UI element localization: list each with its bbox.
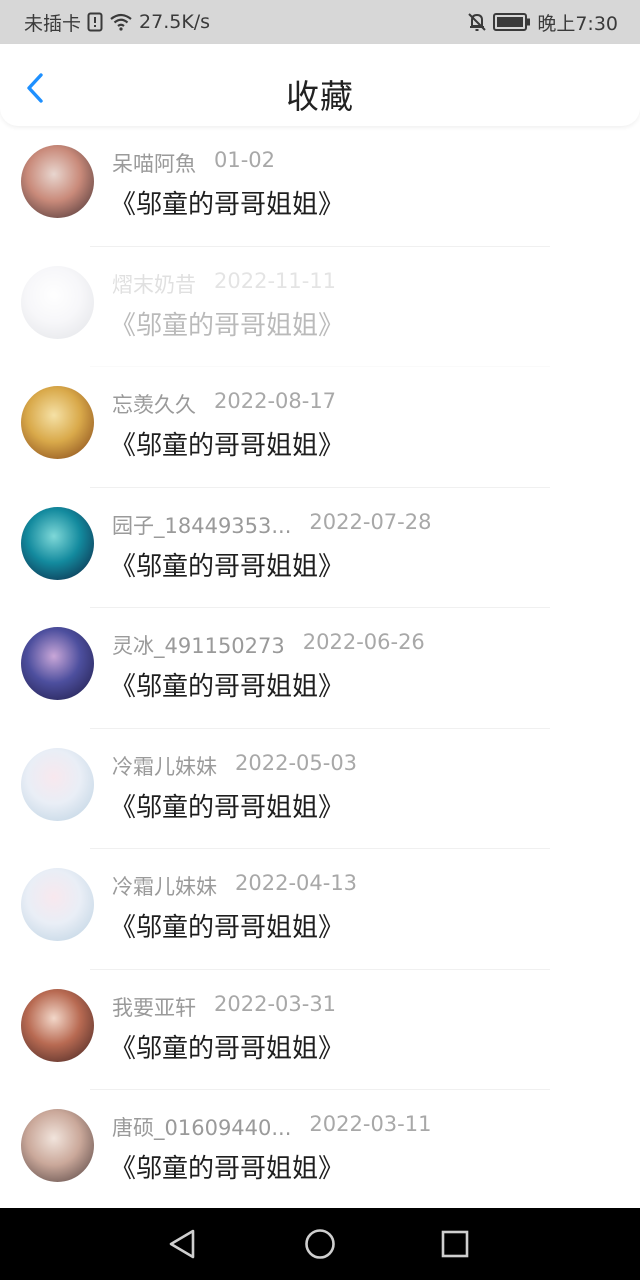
book-title[interactable]: 《邬童的哥哥姐姐》 xyxy=(110,184,344,221)
page-title: 收藏 xyxy=(286,77,354,116)
wifi-icon xyxy=(109,13,133,31)
avatar[interactable] xyxy=(21,747,94,821)
item-meta: 冷霜儿妹妹 2022-04-13 xyxy=(112,871,357,901)
favorite-date: 2022-04-13 xyxy=(235,871,358,895)
nav-home-button[interactable] xyxy=(300,1224,340,1264)
favorite-date: 01-02 xyxy=(214,148,276,172)
favorite-date: 2022-11-11 xyxy=(214,268,337,293)
item-meta: 冷霜儿妹妹 2022-05-03 xyxy=(112,751,357,781)
favorite-date: 2022-03-11 xyxy=(309,1112,432,1136)
user-name[interactable]: 唐硕_01609440... xyxy=(112,1112,291,1142)
avatar[interactable] xyxy=(21,386,94,459)
favorite-date: 2022-03-31 xyxy=(214,991,337,1016)
favorite-date: 2022-07-28 xyxy=(309,509,432,534)
item-meta: 熠末奶昔 2022-11-11 xyxy=(112,269,336,299)
book-title[interactable]: 《邬童的哥哥姐姐》 xyxy=(110,666,344,703)
favorite-date: 2022-08-17 xyxy=(214,389,337,413)
system-nav-bar xyxy=(0,1208,640,1280)
network-speed: 27.5K/s xyxy=(139,11,211,33)
book-title[interactable]: 《邬童的哥哥姐姐》 xyxy=(110,546,344,583)
item-meta: 唐硕_01609440... 2022-03-11 xyxy=(112,1112,431,1142)
header: 收藏 xyxy=(0,44,640,126)
book-title[interactable]: 《邬童的哥哥姐姐》 xyxy=(110,1028,344,1065)
item-meta: 我要亚轩 2022-03-31 xyxy=(112,992,336,1022)
item-meta: 园子_18449353... 2022-07-28 xyxy=(112,510,431,540)
user-name[interactable]: 熠末奶昔 xyxy=(112,269,196,299)
list-item[interactable]: 忘羡久久 2022-08-17 《邬童的哥哥姐姐》 xyxy=(0,367,640,488)
list-item[interactable]: 熠末奶昔 2022-11-11 《邬童的哥哥姐姐》 xyxy=(0,247,640,368)
user-name[interactable]: 冷霜儿妹妹 xyxy=(112,871,217,901)
list-item[interactable]: 冷霜儿妹妹 2022-04-13 《邬童的哥哥姐姐》 xyxy=(0,849,640,970)
battery-icon xyxy=(493,13,531,31)
book-title[interactable]: 《邬童的哥哥姐姐》 xyxy=(110,1148,344,1185)
carrier-text: 未插卡 xyxy=(24,12,82,35)
list-item[interactable]: 呆喵阿魚 01-02 《邬童的哥哥姐姐》 xyxy=(0,126,640,247)
favorite-date: 2022-05-03 xyxy=(235,750,358,775)
mute-bell-icon xyxy=(467,12,487,32)
user-name[interactable]: 我要亚轩 xyxy=(112,992,196,1022)
avatar[interactable] xyxy=(21,988,94,1062)
avatar[interactable] xyxy=(21,265,94,339)
status-left: 未插卡 27.5K/s xyxy=(24,9,210,36)
book-title[interactable]: 《邬童的哥哥姐姐》 xyxy=(110,787,344,824)
list-item[interactable]: 园子_18449353... 2022-07-28 《邬童的哥哥姐姐》 xyxy=(0,488,640,609)
avatar[interactable] xyxy=(21,145,94,218)
list-item[interactable]: 冷霜儿妹妹 2022-05-03 《邬童的哥哥姐姐》 xyxy=(0,729,640,850)
clock-time: 晚上7:30 xyxy=(537,12,618,35)
status-right: 晚上7:30 xyxy=(467,9,618,36)
nav-back-button[interactable] xyxy=(162,1224,202,1264)
book-title[interactable]: 《邬童的哥哥姐姐》 xyxy=(110,907,344,944)
sim-alert-icon xyxy=(87,12,103,32)
recents-square-icon xyxy=(441,1230,469,1258)
favorites-list: 呆喵阿魚 01-02 《邬童的哥哥姐姐》 熠末奶昔 2022-11-11 《邬童的哥哥姐姐… xyxy=(0,126,640,1208)
book-title[interactable]: 《邬童的哥哥姐姐》 xyxy=(110,305,344,342)
favorite-date: 2022-06-26 xyxy=(302,630,425,654)
user-name[interactable]: 冷霜儿妹妹 xyxy=(112,751,217,781)
item-meta: 呆喵阿魚 01-02 xyxy=(112,148,275,178)
user-name[interactable]: 呆喵阿魚 xyxy=(112,148,196,178)
home-circle-icon xyxy=(305,1229,335,1259)
avatar[interactable] xyxy=(21,627,94,700)
user-name[interactable]: 忘羡久久 xyxy=(112,389,196,419)
list-item[interactable]: 灵冰_491150273 2022-06-26 《邬童的哥哥姐姐》 xyxy=(0,608,640,729)
list-item[interactable]: 唐硕_01609440... 2022-03-11 《邬童的哥哥姐姐》 xyxy=(0,1090,640,1208)
avatar[interactable] xyxy=(21,506,94,580)
back-triangle-icon xyxy=(169,1229,195,1259)
user-name[interactable]: 灵冰_491150273 xyxy=(112,630,285,660)
book-title[interactable]: 《邬童的哥哥姐姐》 xyxy=(110,425,344,462)
avatar[interactable] xyxy=(21,868,94,941)
item-meta: 忘羡久久 2022-08-17 xyxy=(112,389,336,419)
list-item[interactable]: 我要亚轩 2022-03-31 《邬童的哥哥姐姐》 xyxy=(0,970,640,1091)
item-meta: 灵冰_491150273 2022-06-26 xyxy=(112,630,425,660)
avatar[interactable] xyxy=(21,1109,94,1182)
status-bar: 未插卡 27.5K/s 晚上7:30 xyxy=(0,0,640,44)
nav-recents-button[interactable] xyxy=(435,1224,475,1264)
user-name[interactable]: 园子_18449353... xyxy=(112,510,291,540)
